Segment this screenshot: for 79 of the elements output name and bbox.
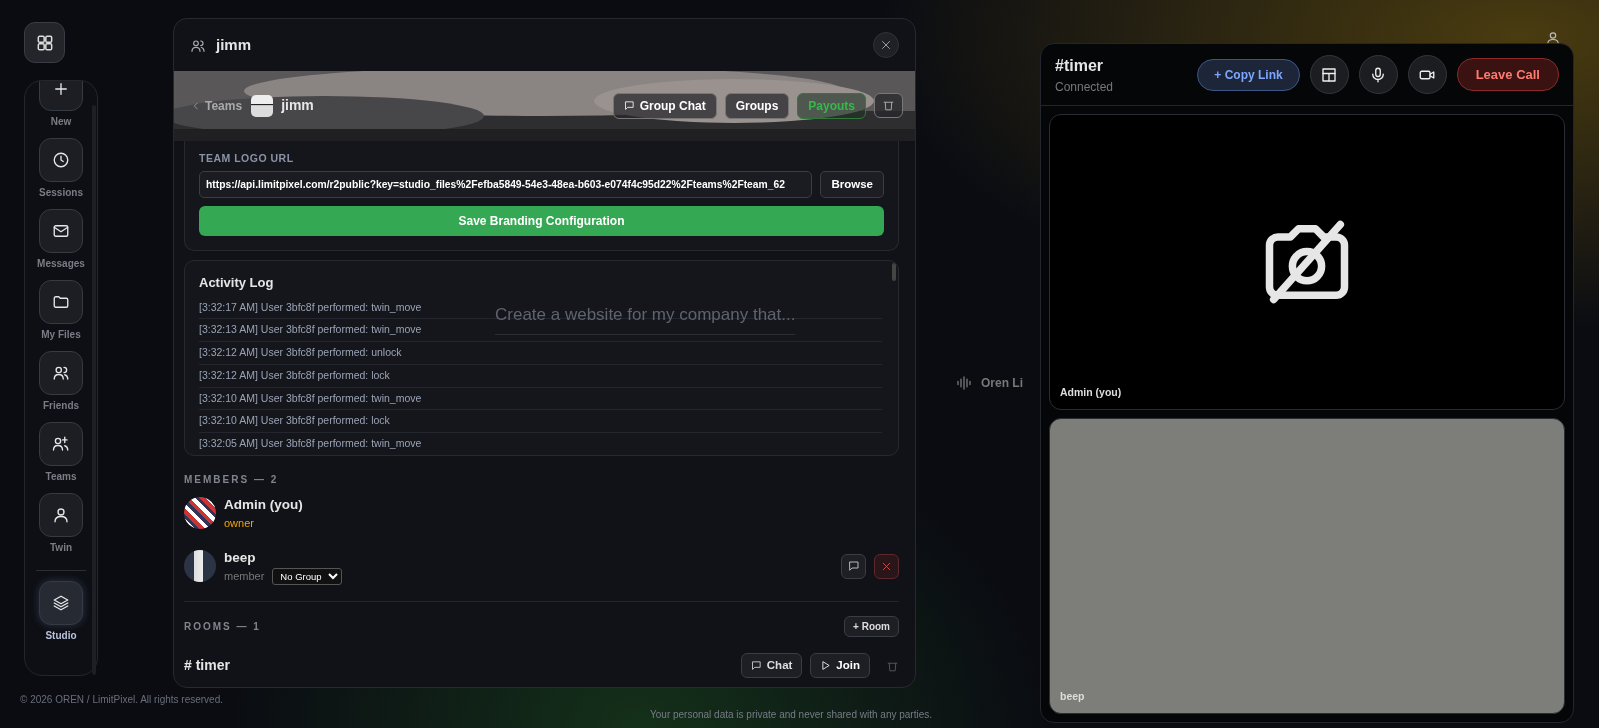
call-status: Connected (1055, 78, 1114, 96)
sidebar-label: Messages (37, 257, 85, 271)
waveform-icon (955, 374, 973, 392)
member-role: owner (224, 516, 254, 532)
layout-button[interactable] (1309, 55, 1349, 94)
close-icon (880, 39, 892, 51)
group-select[interactable]: No Group (272, 568, 343, 585)
chat-button[interactable]: Chat (740, 653, 803, 679)
card-title: Activity Log (199, 274, 275, 292)
log-entry: [3:32:12 AM] User 3bfc8f performed: unlock (199, 342, 882, 365)
sidebar-button[interactable] (39, 422, 83, 466)
person-icon (52, 506, 70, 524)
banner-button[interactable]: Group Chat (612, 92, 717, 119)
copy-link-button[interactable]: + Copy Link (1197, 58, 1300, 91)
copyright-text: © 2026 OREN / LimitPixel. All rights reserved. (20, 693, 223, 707)
back-link[interactable]: Teams (190, 95, 244, 116)
join-button[interactable]: Join (810, 653, 870, 679)
layers-icon (52, 594, 70, 612)
sidebar-label: Sessions (39, 186, 83, 200)
log-entry: [3:32:12 AM] User 3bfc8f performed: lock (199, 364, 882, 388)
sidebar-label: Friends (42, 399, 80, 413)
team-name: jimm (281, 96, 314, 115)
sidebar-label: Twin (50, 541, 72, 555)
field-label: TEAM LOGO URL (199, 151, 295, 166)
folder-icon (52, 293, 70, 311)
section-heading: ROOMS — 1 (184, 620, 261, 634)
avatar (184, 550, 216, 583)
clock-icon (52, 151, 70, 169)
chevron-left-icon (191, 100, 201, 111)
member-name: beep (224, 548, 257, 567)
privacy-text: Your personal data is private and never shared with any parties. (650, 708, 933, 722)
participant-name: Admin (you) (1060, 385, 1122, 401)
close-icon (881, 560, 892, 572)
voice-label: Oren Li (981, 375, 1023, 392)
sidebar-button[interactable] (39, 209, 83, 253)
participant-name: beep (1060, 689, 1085, 705)
browse-button[interactable]: Browse (820, 170, 884, 198)
microphone-button[interactable] (1358, 55, 1398, 94)
people-icon (52, 364, 70, 382)
sidebar-label: Studio (45, 629, 77, 643)
log-entry: [3:32:10 AM] User 3bfc8f performed: lock (199, 410, 882, 433)
sidebar-button[interactable] (39, 351, 83, 395)
avatar (184, 497, 216, 530)
section-heading: MEMBERS — 2 (184, 473, 280, 487)
log-entry: [3:32:05 AM] User 3bfc8f performed: twin_move (199, 433, 882, 455)
plus-icon (52, 81, 70, 98)
apps-button[interactable] (24, 22, 65, 63)
message-button[interactable] (841, 553, 866, 579)
trash-icon (882, 99, 895, 112)
envelope-icon (52, 222, 70, 240)
video-camera-button[interactable] (1407, 55, 1447, 94)
close-button[interactable] (873, 32, 899, 58)
member-role: member (224, 569, 265, 585)
delete-button[interactable] (874, 93, 903, 118)
room-name: # timer (184, 656, 230, 676)
chat-icon (847, 560, 860, 573)
people-icon (190, 37, 206, 54)
member-name: Admin (you) (224, 496, 303, 514)
dialog-title: jimm (216, 34, 251, 55)
layout-icon (1320, 65, 1339, 84)
call-title: #timer (1055, 55, 1105, 76)
sidebar-label: New (50, 115, 72, 129)
sidebar-button[interactable] (39, 280, 83, 324)
url-field[interactable]: https://api.limitpixel.com/r2public?key=studio_files%2Fefba5849-54e3-48ea-b603-e074f4c95d22%2Fteams%2Fteam_62 (199, 170, 813, 198)
chat-icon (750, 660, 762, 672)
play-icon (820, 660, 832, 672)
sidebar-button[interactable] (39, 581, 83, 625)
people-plus-icon (52, 435, 70, 453)
sidebar-label: My Files (41, 328, 81, 342)
sidebar-label: Teams (45, 470, 77, 484)
team-logo (251, 94, 274, 117)
sidebar-button[interactable] (39, 493, 83, 537)
leave-call-button[interactable]: Leave Call (1456, 57, 1559, 92)
add-room-button[interactable]: + Room (844, 616, 899, 637)
scrollbar (892, 263, 896, 281)
person-icon[interactable] (1547, 32, 1559, 45)
chat-icon (623, 100, 635, 111)
log-entry: [3:32:10 AM] User 3bfc8f performed: twin_move (199, 387, 882, 411)
sidebar-button[interactable] (39, 138, 83, 182)
